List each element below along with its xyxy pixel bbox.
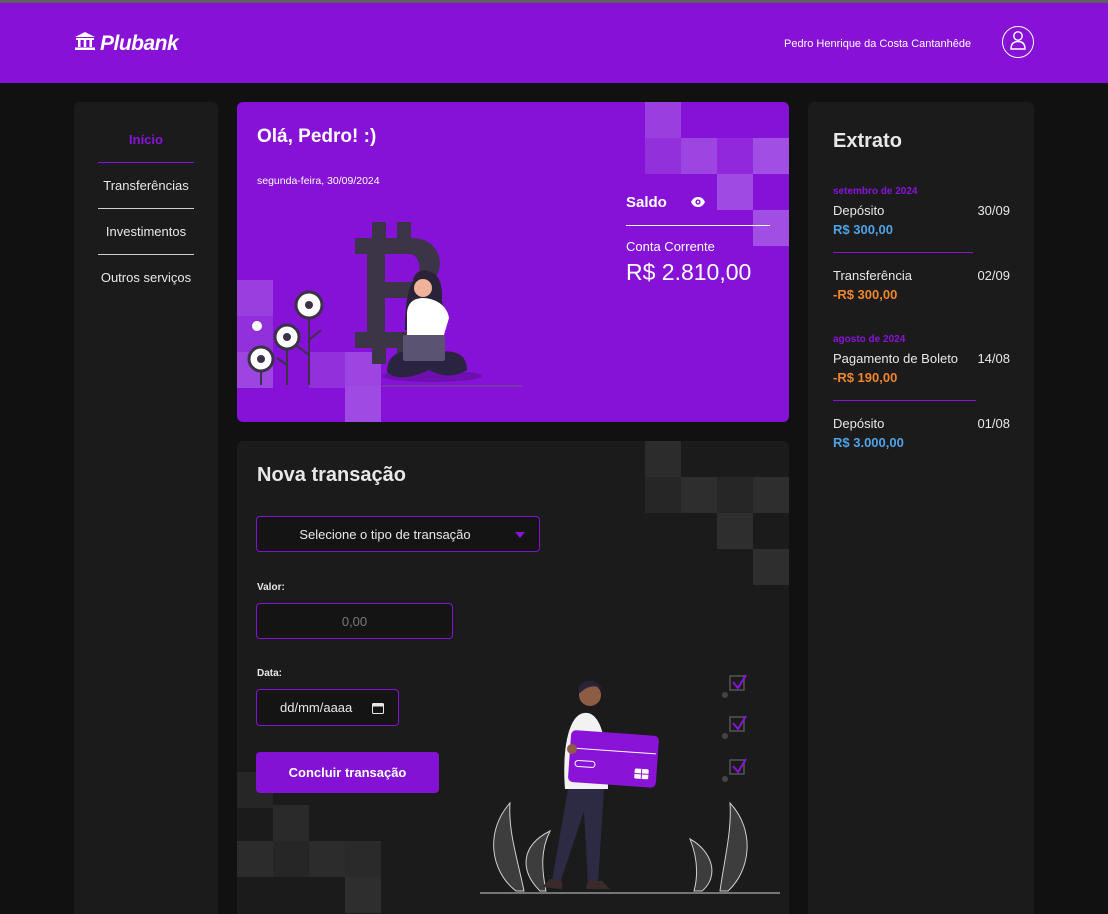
calendar-icon[interactable] bbox=[372, 702, 384, 717]
user-name: Pedro Henrique da Costa Cantanhêde bbox=[784, 38, 972, 50]
decor-square bbox=[753, 549, 789, 585]
transaction-date: 02/09 bbox=[977, 268, 1010, 283]
form-title: Nova transação bbox=[257, 464, 406, 486]
value-input[interactable]: 0,00 bbox=[256, 603, 453, 639]
current-date: segunda-feira, 30/09/2024 bbox=[257, 175, 380, 187]
date-input[interactable]: dd/mm/aaaa bbox=[256, 689, 399, 726]
brand-name: Plubank bbox=[100, 31, 179, 55]
balance-value: R$ 2.810,00 bbox=[626, 259, 752, 285]
decor-square bbox=[345, 841, 381, 877]
sidebar-item-investimentos[interactable]: Investimentos bbox=[98, 208, 194, 254]
transaction-amount: R$ 300,00 bbox=[833, 222, 893, 237]
new-transaction-card: Nova transação Selecione o tipo de trans… bbox=[237, 441, 789, 914]
transaction-description: Depósito bbox=[833, 203, 885, 218]
submit-transaction-button[interactable]: Concluir transação bbox=[256, 752, 439, 793]
balance-label: Saldo bbox=[626, 194, 667, 211]
chevron-down-icon bbox=[515, 532, 525, 538]
decor-square bbox=[645, 477, 681, 513]
decor-square bbox=[681, 138, 717, 174]
statement-panel: Extrato setembro de 2024 Depósito 30/09 … bbox=[808, 102, 1034, 914]
month-header: setembro de 2024 bbox=[833, 186, 918, 197]
decor-square bbox=[717, 174, 753, 210]
eye-icon[interactable] bbox=[690, 195, 706, 213]
sidebar-item-outros-servicos[interactable]: Outros serviços bbox=[98, 254, 194, 300]
decor-square bbox=[753, 138, 789, 174]
transaction-type-select[interactable]: Selecione o tipo de transação bbox=[256, 516, 540, 552]
account-type: Conta Corrente bbox=[626, 239, 715, 254]
greeting: Olá, Pedro! :) bbox=[257, 126, 377, 147]
transaction-date: 01/08 bbox=[977, 416, 1010, 431]
credit-card-illustration bbox=[480, 674, 780, 894]
decor-square bbox=[645, 138, 681, 174]
transaction-date: 30/09 bbox=[977, 203, 1010, 218]
date-label: Data: bbox=[257, 668, 283, 679]
decor-square bbox=[645, 441, 681, 477]
transaction-amount: R$ 3.000,00 bbox=[833, 435, 904, 450]
transaction-divider bbox=[833, 400, 976, 401]
decor-square bbox=[309, 841, 345, 877]
sidebar-item-inicio[interactable]: Início bbox=[98, 116, 194, 162]
decor-square bbox=[273, 805, 309, 841]
month-header: agosto de 2024 bbox=[833, 334, 906, 345]
avatar[interactable] bbox=[1002, 26, 1034, 58]
top-header: Plubank Pedro Henrique da Costa Cantanhê… bbox=[0, 3, 1108, 83]
decor-square bbox=[237, 841, 273, 877]
transaction-description: Transferência bbox=[833, 268, 912, 283]
decor-square bbox=[753, 210, 789, 246]
transaction-type-value: Selecione o tipo de transação bbox=[299, 526, 471, 542]
date-placeholder: dd/mm/aaaa bbox=[280, 700, 353, 715]
user-icon bbox=[1009, 30, 1027, 55]
decor-square bbox=[645, 102, 681, 138]
value-placeholder: 0,00 bbox=[341, 613, 368, 629]
transaction-date: 14/08 bbox=[977, 351, 1010, 366]
bitcoin-illustration bbox=[247, 222, 522, 387]
bank-icon bbox=[74, 31, 96, 56]
decor-square bbox=[345, 386, 381, 422]
transaction-divider bbox=[833, 252, 973, 253]
decor-square bbox=[717, 138, 753, 174]
statement-title: Extrato bbox=[833, 130, 902, 152]
transaction-amount: -R$ 190,00 bbox=[833, 370, 898, 385]
balance-divider bbox=[626, 225, 770, 226]
decor-square bbox=[681, 477, 717, 513]
decor-square bbox=[273, 841, 309, 877]
balance-card: Olá, Pedro! :) segunda-feira, 30/09/2024 bbox=[237, 102, 789, 422]
value-label: Valor: bbox=[257, 582, 285, 593]
decor-square bbox=[717, 477, 753, 513]
transaction-description: Pagamento de Boleto bbox=[833, 351, 959, 366]
sidebar: Início Transferências Investimentos Outr… bbox=[74, 102, 218, 914]
sidebar-item-transferencias[interactable]: Transferências bbox=[98, 162, 194, 208]
transaction-description: Depósito bbox=[833, 416, 885, 431]
transaction-amount: -R$ 300,00 bbox=[833, 287, 898, 302]
decor-square bbox=[753, 477, 789, 513]
decor-square bbox=[345, 877, 381, 913]
brand-logo[interactable]: Plubank bbox=[74, 31, 179, 56]
decor-square bbox=[717, 513, 753, 549]
